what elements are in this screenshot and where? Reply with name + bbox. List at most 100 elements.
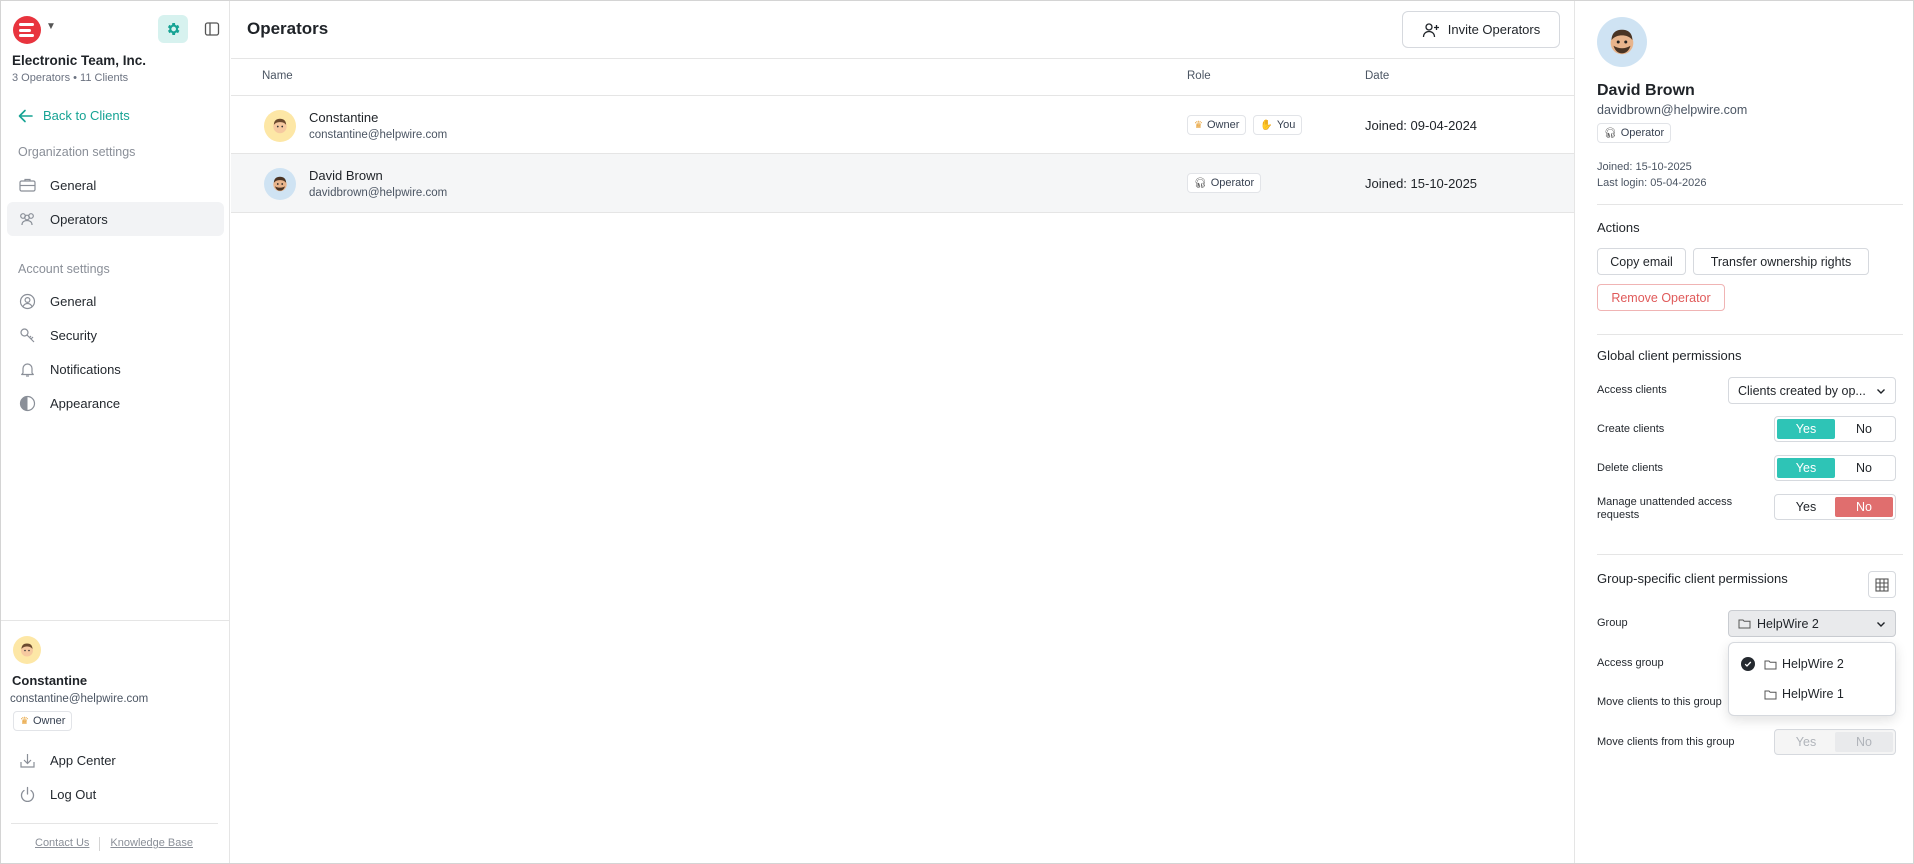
dropdown-option-helpwire-2[interactable]: HelpWire 2 xyxy=(1729,650,1895,678)
operator-detail-name: David Brown xyxy=(1597,82,1695,99)
move-from-group-yes[interactable]: Yes xyxy=(1777,732,1835,752)
actions-heading: Actions xyxy=(1597,220,1640,235)
knowledge-base-link[interactable]: Knowledge Base xyxy=(110,837,193,851)
operator-name: David Brown xyxy=(309,168,383,183)
manage-requests-toggle[interactable]: Yes No xyxy=(1774,494,1896,520)
sidebar-top: ▼ xyxy=(12,14,222,44)
joined-date: Joined: 15-10-2025 xyxy=(1365,176,1478,191)
group-grid-button[interactable] xyxy=(1868,571,1896,598)
folder-icon xyxy=(1738,619,1751,629)
avatar xyxy=(1597,17,1647,67)
sidebar-item-label: App Center xyxy=(50,752,116,768)
create-clients-yes[interactable]: Yes xyxy=(1777,419,1835,439)
table-row[interactable]: Constantine constantine@helpwire.com ♛ Ow… xyxy=(231,95,1574,154)
user-plus-icon xyxy=(1422,22,1439,37)
group-permissions-heading: Group-specific client permissions xyxy=(1597,571,1788,586)
create-clients-label: Create clients xyxy=(1597,423,1665,435)
manage-requests-yes[interactable]: Yes xyxy=(1777,497,1835,517)
dropdown-option-label: HelpWire 1 xyxy=(1782,687,1844,701)
delete-clients-toggle[interactable]: Yes No xyxy=(1774,455,1896,481)
access-clients-select[interactable]: Clients created by op... xyxy=(1728,377,1896,404)
folder-icon xyxy=(1764,660,1777,669)
current-user-name: Constantine xyxy=(12,673,88,688)
current-user-email: constantine@helpwire.com xyxy=(10,693,149,705)
back-to-clients-label: Back to Clients xyxy=(43,108,130,123)
panel-divider xyxy=(1597,334,1903,335)
group-label: Group xyxy=(1597,617,1628,629)
settings-button[interactable] xyxy=(158,15,188,43)
org-name: Electronic Team, Inc. xyxy=(12,53,147,68)
briefcase-icon xyxy=(18,176,36,194)
headset-icon: 🎧︎ xyxy=(1194,177,1207,189)
joined-date: Joined: 15-10-2025 xyxy=(1597,161,1692,173)
chevron-down-icon[interactable]: ▼ xyxy=(46,21,56,32)
sidebar-item-account-general[interactable]: General xyxy=(7,284,224,318)
role-badge: 🎧︎ Operator xyxy=(1187,173,1262,193)
sidebar-item-log-out[interactable]: Log Out xyxy=(7,777,224,811)
key-icon xyxy=(18,326,36,344)
arrow-left-icon xyxy=(18,109,33,122)
transfer-ownership-button[interactable]: Transfer ownership rights xyxy=(1693,248,1869,275)
manage-requests-no[interactable]: No xyxy=(1835,497,1893,517)
header-divider xyxy=(231,58,1574,59)
group-select[interactable]: HelpWire 2 xyxy=(1728,610,1896,637)
avatar[interactable] xyxy=(13,636,41,664)
access-clients-label: Access clients xyxy=(1597,384,1667,396)
back-to-clients-link[interactable]: Back to Clients xyxy=(18,108,130,123)
app-logo[interactable] xyxy=(13,16,41,44)
sidebar-item-label: Security xyxy=(50,327,97,343)
contrast-icon xyxy=(18,394,36,412)
delete-clients-yes[interactable]: Yes xyxy=(1777,458,1835,478)
delete-clients-label: Delete clients xyxy=(1597,462,1664,474)
user-face-icon xyxy=(21,643,33,657)
operator-detail-email: davidbrown@helpwire.com xyxy=(1597,103,1748,117)
toggle-sidebar-button[interactable] xyxy=(200,15,224,43)
operator-email: davidbrown@helpwire.com xyxy=(309,187,448,199)
sidebar-item-label: General xyxy=(50,293,97,309)
contact-us-link[interactable]: Contact Us xyxy=(35,837,89,851)
sidebar-item-app-center[interactable]: App Center xyxy=(7,743,224,777)
role-badge: ♛ Owner xyxy=(1187,115,1247,135)
create-clients-no[interactable]: No xyxy=(1835,419,1893,439)
power-icon xyxy=(18,785,36,803)
dropdown-option-helpwire-1[interactable]: HelpWire 1 xyxy=(1729,680,1895,708)
user-face-icon xyxy=(273,176,287,192)
sidebar-item-org-general[interactable]: General xyxy=(7,168,224,202)
copy-email-button[interactable]: Copy email xyxy=(1597,248,1686,275)
sidebar-item-label: Operators xyxy=(50,211,108,227)
sidebar-divider xyxy=(1,620,230,621)
sidebar-panel-icon xyxy=(204,22,220,36)
move-to-group-label: Move clients to this group xyxy=(1597,696,1722,708)
app-window: ▼ Electronic Team, Inc. 3 Operators • 11… xyxy=(0,0,1914,864)
delete-clients-no[interactable]: No xyxy=(1835,458,1893,478)
footer-divider xyxy=(99,837,101,851)
joined-date: Joined: 09-04-2024 xyxy=(1365,118,1478,133)
role-badge-label: Operator xyxy=(1620,127,1665,139)
move-from-group-no[interactable]: No xyxy=(1835,732,1893,752)
create-clients-toggle[interactable]: Yes No xyxy=(1774,416,1896,442)
org-meta: 3 Operators • 11 Clients xyxy=(12,72,129,84)
sidebar-item-appearance[interactable]: Appearance xyxy=(7,386,224,420)
headset-icon: 🎧︎ xyxy=(1604,127,1617,139)
column-header-name[interactable]: Name xyxy=(262,70,293,82)
role-cell: 🎧︎ Operator xyxy=(1187,173,1262,193)
folder-icon xyxy=(1764,690,1777,699)
main-content: Operators Invite Operators Name Role Dat… xyxy=(231,1,1574,863)
group-select-value: HelpWire 2 xyxy=(1757,616,1819,631)
access-clients-value: Clients created by op... xyxy=(1738,383,1866,398)
column-header-role[interactable]: Role xyxy=(1187,70,1211,82)
sidebar-item-notifications[interactable]: Notifications xyxy=(7,352,224,386)
panel-divider xyxy=(1597,204,1903,205)
invite-operators-button[interactable]: Invite Operators xyxy=(1402,11,1560,48)
avatar xyxy=(264,110,296,142)
move-from-group-toggle[interactable]: Yes No xyxy=(1774,729,1896,755)
account-settings-heading: Account settings xyxy=(18,262,110,276)
sidebar-item-security[interactable]: Security xyxy=(7,318,224,352)
gear-icon xyxy=(167,23,180,35)
operator-email: constantine@helpwire.com xyxy=(309,129,448,141)
role-badge-label: Operator xyxy=(1210,177,1255,189)
table-row[interactable]: David Brown davidbrown@helpwire.com 🎧︎ Op… xyxy=(231,154,1574,213)
column-header-date[interactable]: Date xyxy=(1365,70,1389,82)
sidebar-item-operators[interactable]: Operators xyxy=(7,202,224,236)
remove-operator-button[interactable]: Remove Operator xyxy=(1597,284,1725,311)
